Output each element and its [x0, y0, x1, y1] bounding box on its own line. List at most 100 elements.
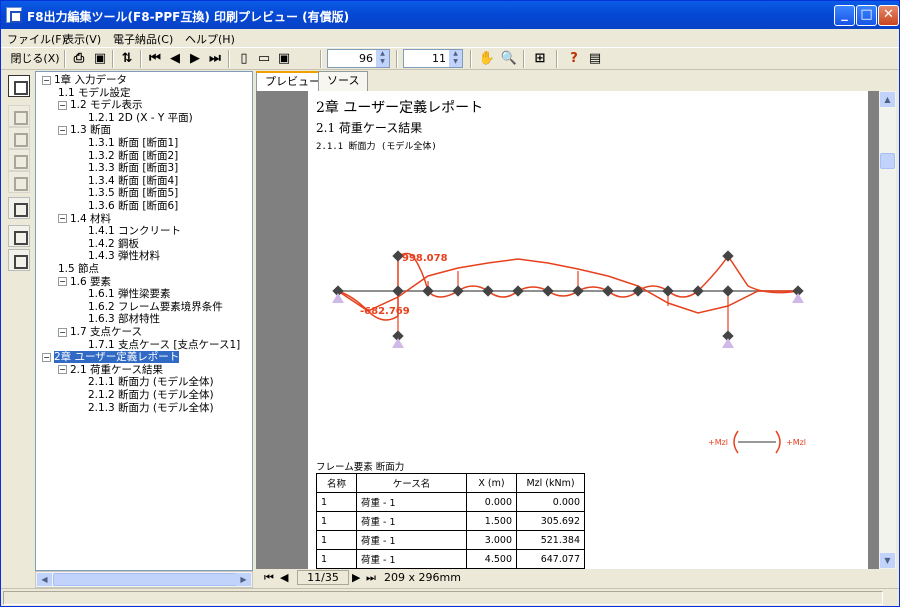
- collapse-icon[interactable]: −: [58, 327, 67, 337]
- close-preview-button[interactable]: 閉じる(X): [9, 49, 61, 69]
- zoom-value: 96: [359, 52, 373, 65]
- scroll-thumb[interactable]: [880, 153, 895, 169]
- tree-node[interactable]: −2.1 荷重ケース結果: [58, 364, 163, 376]
- about-icon[interactable]: ▤: [585, 49, 605, 69]
- tree-node[interactable]: 1.3.1 断面 [断面1]: [88, 137, 178, 149]
- tree-node[interactable]: 1.7.1 支点ケース [支点ケース1]: [88, 339, 240, 351]
- menu-e-delivery[interactable]: 電子納品(C): [113, 31, 173, 47]
- export-icon[interactable]: ⊞: [530, 49, 550, 69]
- tree-node[interactable]: −1.2 モデル表示: [58, 99, 143, 111]
- edit-tool-icon[interactable]: [8, 75, 30, 97]
- table-cell: 0.000: [466, 492, 517, 512]
- tree-node[interactable]: 1.3.2 断面 [断面2]: [88, 150, 178, 162]
- hangers: [397, 271, 729, 336]
- maximize-button[interactable]: □: [856, 5, 877, 26]
- tree-node[interactable]: 1.4.3 弾性材料: [88, 250, 160, 262]
- menu-view[interactable]: 表示(V): [63, 31, 101, 47]
- preview-area[interactable]: 2章 ユーザー定義レポート 2.1 荷重ケース結果 2.1.1 断面力 (モデル…: [256, 91, 879, 569]
- delete-item-icon[interactable]: [8, 171, 30, 193]
- help-icon[interactable]: ?: [564, 49, 584, 69]
- zoom-stepper[interactable]: 96 ▲ ▼: [327, 49, 390, 68]
- tree-node[interactable]: 1.4.2 鋼板: [88, 238, 139, 250]
- last-page-icon[interactable]: ⏭: [205, 49, 225, 69]
- prev-page-icon[interactable]: ◀: [165, 49, 185, 69]
- tree-node-label: 1.7.1 支点ケース [支点ケース1]: [88, 338, 241, 351]
- tree-horizontal-scrollbar[interactable]: ◀ ▶: [35, 571, 253, 588]
- tree-node[interactable]: 1.6.2 フレーム要素境界条件: [88, 301, 223, 313]
- page-spin-arrows[interactable]: ▲ ▼: [449, 50, 462, 67]
- next-page-icon[interactable]: ▶: [185, 49, 205, 69]
- tree-node[interactable]: 1.3.6 断面 [断面6]: [88, 200, 178, 212]
- insert-page-icon[interactable]: [8, 127, 30, 149]
- scroll-down-icon[interactable]: ▼: [880, 553, 895, 568]
- collapse-icon[interactable]: −: [58, 125, 67, 135]
- tree-node[interactable]: 1.1 モデル設定: [58, 87, 131, 99]
- collapse-icon[interactable]: −: [58, 365, 67, 375]
- tree-node[interactable]: 1.3.5 断面 [断面5]: [88, 187, 178, 199]
- zoom-spin-arrows[interactable]: ▲ ▼: [376, 50, 389, 67]
- tree-node[interactable]: 1.3.3 断面 [断面3]: [88, 162, 178, 174]
- collapse-icon[interactable]: −: [58, 277, 67, 287]
- outline-tree[interactable]: −1章 入力データ 1.1 モデル設定 −1.2 モデル表示 1.2.1 2D (X …: [35, 71, 253, 571]
- doc-subsection: 2.1.1 断面力 (モデル全体): [316, 142, 437, 152]
- tree-node-label: 2.1 荷重ケース結果: [70, 363, 164, 376]
- page-stepper[interactable]: 11 ▲ ▼: [403, 49, 463, 68]
- tree-node-label: 1.1 モデル設定: [58, 86, 131, 99]
- tree-node[interactable]: −1.6 要素: [58, 276, 111, 288]
- tree-node-label: 1.2 モデル表示: [70, 99, 143, 112]
- nav-last-icon[interactable]: ⏭: [366, 571, 376, 585]
- table-cell: 1: [316, 549, 357, 569]
- app-icon: [6, 7, 22, 23]
- page-setup-icon[interactable]: ⇅: [117, 49, 137, 69]
- tree-node[interactable]: −1.7 支点ケース: [58, 326, 142, 338]
- zoom-tool-icon[interactable]: 🔍: [499, 49, 519, 69]
- tree-node[interactable]: −1章 入力データ: [42, 74, 127, 86]
- tab-source[interactable]: ソース: [318, 71, 369, 91]
- tree-node[interactable]: 1.4.1 コンクリート: [88, 225, 181, 237]
- print-icon[interactable]: ⎙: [69, 49, 89, 69]
- first-page-icon[interactable]: ⏮: [145, 49, 165, 69]
- tree-node[interactable]: 1.6.3 部材特性: [88, 313, 160, 325]
- fit-page-icon[interactable]: ▣: [274, 49, 294, 69]
- table-tool-icon[interactable]: [8, 225, 30, 247]
- table-row: 1 荷重 - 1 0.000 0.000: [316, 492, 585, 512]
- menu-file[interactable]: ファイル(F): [7, 31, 66, 47]
- menu-help[interactable]: ヘルプ(H): [185, 31, 235, 47]
- collapse-icon[interactable]: −: [58, 100, 67, 110]
- scroll-left-icon[interactable]: ◀: [37, 573, 52, 586]
- save-icon[interactable]: ▣: [90, 49, 110, 69]
- tree-node[interactable]: −1.4 材料: [58, 213, 111, 225]
- tree-node[interactable]: 2.1.2 断面力 (モデル全体): [88, 389, 214, 401]
- scroll-right-icon[interactable]: ▶: [236, 573, 251, 586]
- page-break-icon[interactable]: [8, 105, 30, 127]
- tree-node[interactable]: 2.1.1 断面力 (モデル全体): [88, 376, 214, 388]
- minimize-button[interactable]: _: [834, 5, 855, 26]
- view-tabs: プレビュー ソース: [256, 71, 896, 92]
- tree-node[interactable]: 1.3.4 断面 [断面4]: [88, 175, 178, 187]
- report-tool-icon[interactable]: [8, 197, 30, 219]
- tree-node[interactable]: 1.2.1 2D (X - Y 平面): [88, 112, 193, 124]
- nav-next-icon[interactable]: ▶: [352, 571, 360, 584]
- fit-width-icon[interactable]: ▭: [254, 49, 274, 69]
- tree-node[interactable]: 1.5 節点: [58, 263, 99, 275]
- move-item-icon[interactable]: [8, 149, 30, 171]
- collapse-icon[interactable]: −: [42, 75, 51, 85]
- preview-vertical-scrollbar[interactable]: ▲ ▼: [879, 91, 896, 569]
- nav-prev-icon[interactable]: ◀: [280, 571, 288, 584]
- tree-node[interactable]: −2章 ユーザー定義レポート: [42, 351, 180, 364]
- page-indicator[interactable]: 11/35: [297, 570, 349, 585]
- tree-node[interactable]: 2.1.3 断面力 (モデル全体): [88, 402, 214, 414]
- nav-first-icon[interactable]: ⏮: [264, 571, 274, 585]
- tree-node[interactable]: 1.6.1 弾性梁要素: [88, 288, 171, 300]
- collapse-icon[interactable]: −: [58, 214, 67, 224]
- tree-node[interactable]: −1.3 断面: [58, 124, 111, 136]
- hand-tool-icon[interactable]: ✋: [477, 49, 497, 69]
- close-window-button[interactable]: ✕: [878, 5, 899, 26]
- report-page: 2章 ユーザー定義レポート 2.1 荷重ケース結果 2.1.1 断面力 (モデル…: [308, 91, 868, 569]
- grid-tool-icon[interactable]: [8, 249, 30, 271]
- scroll-up-icon[interactable]: ▲: [880, 92, 895, 107]
- tree-node-label: 1.3.5 断面 [断面5]: [88, 187, 179, 200]
- collapse-icon[interactable]: −: [42, 352, 51, 362]
- single-page-icon[interactable]: ▯: [234, 49, 254, 69]
- scroll-thumb[interactable]: [53, 573, 237, 586]
